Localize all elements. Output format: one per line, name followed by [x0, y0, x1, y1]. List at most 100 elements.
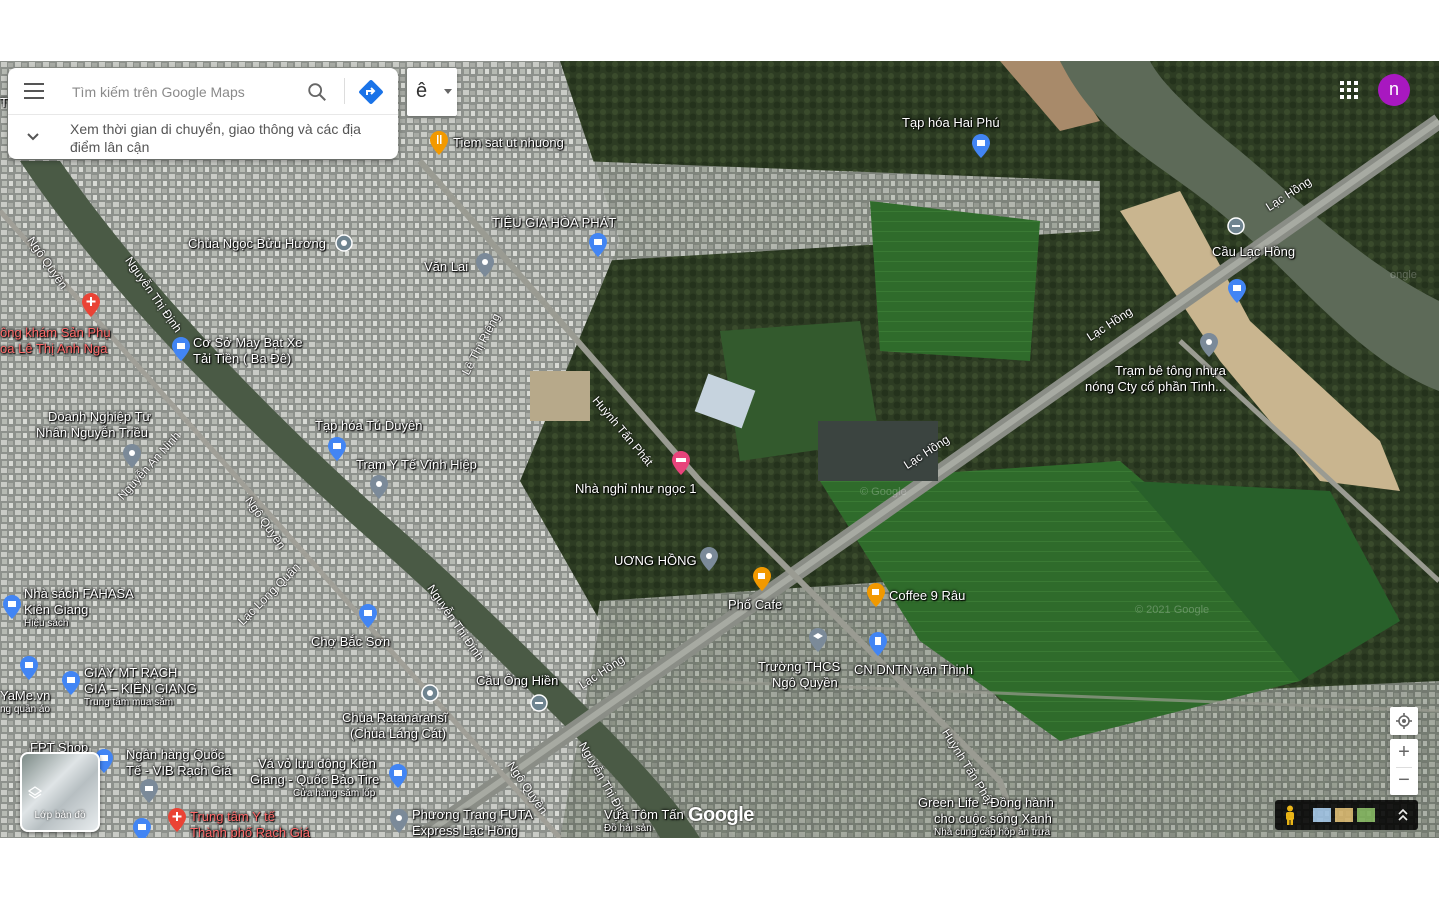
place-label[interactable]: Chùa Ratanaransĩ — [342, 710, 448, 725]
temple-icon[interactable] — [421, 681, 439, 705]
place-label[interactable]: Trung tâm Y tế — [190, 809, 275, 824]
my-location-button[interactable] — [1390, 707, 1418, 735]
shopping-icon[interactable] — [133, 818, 151, 838]
shopping-icon[interactable] — [20, 656, 38, 680]
place-label[interactable]: Express Lạc Hồng — [412, 823, 518, 838]
place-label[interactable]: Nhà nghỉ như ngọc 1 — [575, 481, 696, 496]
pin-icon[interactable] — [476, 253, 494, 277]
directions-icon[interactable] — [358, 79, 384, 105]
temple-icon[interactable] — [335, 231, 353, 255]
chevron-down-icon[interactable] — [26, 130, 40, 144]
place-label[interactable]: GIÁ – KIÊN GIANG — [84, 681, 197, 696]
place-label[interactable]: Phố Cafe — [728, 597, 782, 612]
pin-icon[interactable] — [1200, 333, 1218, 357]
place-sublabel: Đồ hải sản — [604, 823, 652, 834]
place-label[interactable]: Giang - Quốc Bảo Tire — [250, 772, 379, 787]
satellite-map[interactable]: ongle © 2021 Google © Google Lạc Hồng Lạ… — [0, 61, 1439, 838]
place-label[interactable]: (Chùa Láng Cát) — [350, 726, 446, 741]
place-label[interactable]: Trường THCS — [758, 659, 840, 674]
place-label[interactable]: Trạm bê tông nhựa — [1115, 363, 1226, 378]
shopping-icon[interactable] — [3, 595, 21, 619]
place-label[interactable]: Chùa Ngọc Bửu Hương — [188, 236, 326, 251]
place-label[interactable]: UƠNG HỒNG — [614, 553, 697, 568]
satellite-imagery — [0, 61, 1439, 838]
search-input[interactable] — [70, 78, 299, 106]
menu-icon[interactable] — [24, 83, 44, 99]
layers-toggle[interactable]: Lớp bản đồ — [20, 752, 100, 832]
place-label[interactable]: Phương Trang FUTA — [412, 807, 533, 822]
place-label[interactable]: Doanh Nghiệp Tư — [48, 409, 151, 424]
imagery-thumb[interactable] — [1313, 808, 1331, 822]
pin-icon[interactable] — [390, 809, 408, 833]
hospital-icon[interactable] — [168, 808, 186, 832]
shopping-icon[interactable] — [328, 437, 346, 461]
gas-icon[interactable] — [869, 632, 887, 656]
place-label[interactable]: CN DNTN vạn Thịnh — [854, 662, 973, 677]
place-label[interactable]: Coffee 9 Râu — [889, 588, 965, 603]
place-label[interactable]: Văn Lai — [424, 259, 468, 274]
bank-icon[interactable] — [140, 779, 158, 803]
place-label[interactable]: Ngô Quyền — [772, 675, 838, 690]
place-label[interactable]: T — [0, 95, 8, 110]
place-label[interactable]: Trạm Y Tế Vĩnh Hiệp — [356, 457, 477, 472]
place-label[interactable]: Vá vỏ lưu động Kiên — [258, 756, 376, 771]
expand-up-icon[interactable] — [1397, 807, 1409, 823]
hotel-icon[interactable] — [672, 451, 690, 475]
hospital-icon[interactable] — [82, 293, 100, 317]
search-icon[interactable] — [306, 81, 328, 103]
school-icon[interactable] — [809, 628, 827, 652]
place-label[interactable]: Nhà sách FAHASA — [24, 586, 134, 601]
place-label[interactable]: Tế - VIB Rạch Giá — [126, 763, 231, 778]
pegman-icon[interactable] — [1283, 805, 1297, 825]
place-label[interactable]: Cầu Ông Hiền — [476, 673, 558, 688]
search-panel: Xem thời gian di chuyển, giao thông và c… — [8, 68, 398, 159]
shopping-icon[interactable] — [62, 671, 80, 695]
shopping-icon[interactable] — [1228, 279, 1246, 303]
shopping-icon[interactable] — [359, 604, 377, 628]
shopping-icon[interactable] — [389, 764, 407, 788]
shopping-icon[interactable] — [972, 134, 990, 158]
place-label[interactable]: cho cuộc sống Xanh — [934, 811, 1052, 826]
place-label[interactable]: nóng Cty cổ phần Tinh... — [1085, 379, 1226, 394]
place-label[interactable]: Cầu Lạc Hồng — [1212, 244, 1295, 259]
bridge-icon[interactable] — [1227, 214, 1245, 238]
caret-down-icon — [444, 89, 452, 94]
place-label[interactable]: Cơ Sở May Bạt Xe — [193, 335, 303, 350]
bridge-icon[interactable] — [530, 691, 548, 715]
pin-icon[interactable] — [700, 547, 718, 571]
imagery-thumb[interactable] — [1335, 808, 1353, 822]
place-label[interactable]: Ngân hàng Quốc — [126, 747, 224, 762]
place-label[interactable]: GIÀY MT RẠCH — [84, 665, 177, 680]
place-label[interactable]: TIỆU GIA HÒA PHÁT — [492, 215, 616, 230]
zoom-out-button[interactable]: − — [1390, 767, 1418, 795]
place-sublabel: Nhà cung cấp hộp ăn trưa — [934, 827, 1051, 838]
place-label[interactable]: oa Lê Thị Anh Nga — [0, 341, 107, 356]
place-label[interactable]: Vựa Tôm Tấn — [604, 807, 684, 822]
place-label[interactable]: Tải Tiền ( Ba Đê) — [193, 351, 291, 366]
avatar[interactable]: n — [1378, 74, 1410, 106]
place-label[interactable]: Chợ Bắc Sơn — [311, 634, 390, 649]
place-label[interactable]: Kiên Giang — [24, 602, 88, 617]
imagery-thumb[interactable] — [1357, 808, 1375, 822]
place-label[interactable]: Tạp hóa Tú Duyên — [315, 418, 422, 433]
cafe-icon[interactable] — [753, 567, 771, 591]
place-label[interactable]: Tiem sat ut nhuong — [453, 135, 564, 150]
apps-grid-icon[interactable] — [1340, 81, 1358, 99]
place-label[interactable]: Nhân Nguyễn Triều — [36, 425, 148, 440]
shopping-icon[interactable] — [589, 233, 607, 257]
place-label[interactable]: Green Life - Đồng hành — [918, 795, 1054, 810]
google-logo: Google — [688, 804, 754, 826]
explore-hint[interactable]: Xem thời gian di chuyển, giao thông và c… — [70, 120, 388, 156]
crosshair-icon — [1396, 713, 1412, 729]
place-label[interactable]: ông khám Sản Phụ — [0, 325, 111, 340]
shopping-icon[interactable] — [172, 337, 190, 361]
place-label[interactable]: Thành phố Rạch Giá — [190, 825, 310, 838]
input-tools-button[interactable]: ê — [407, 68, 457, 116]
cafe-icon[interactable] — [867, 583, 885, 607]
place-label[interactable]: YaMe.vn — [0, 688, 50, 703]
restaurant-icon[interactable] — [430, 131, 448, 155]
place-label[interactable]: Tạp hóa Hai Phú — [902, 115, 1000, 130]
zoom-in-button[interactable]: + — [1390, 739, 1418, 767]
pin-icon[interactable] — [123, 444, 141, 468]
pin-icon[interactable] — [370, 475, 388, 499]
